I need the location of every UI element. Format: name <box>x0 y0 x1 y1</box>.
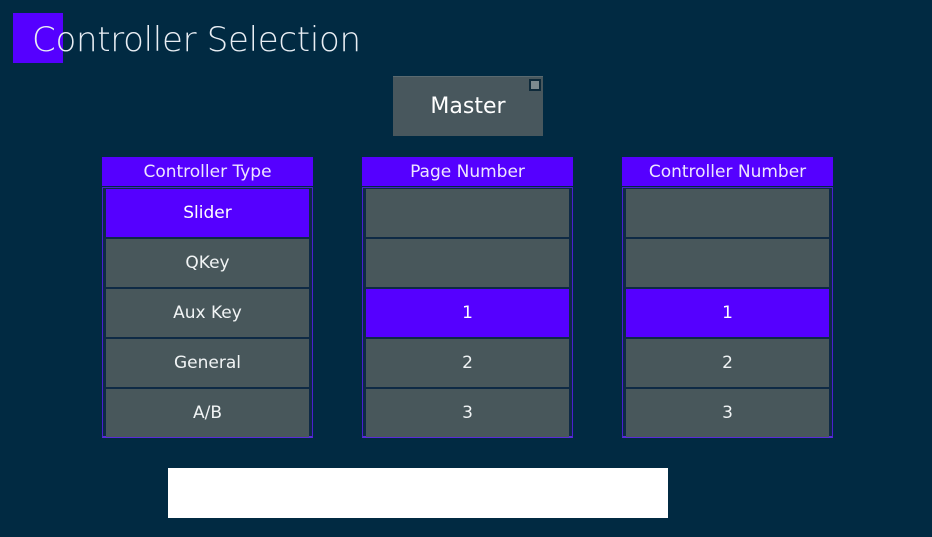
page-number-header: Page Number <box>362 157 573 186</box>
master-indicator-icon <box>529 79 541 91</box>
controller-type-item[interactable]: QKey <box>106 239 309 287</box>
controller-number-item[interactable]: 1 <box>626 289 829 337</box>
controller-number-item[interactable] <box>626 189 829 237</box>
page-number-item[interactable]: 2 <box>366 339 569 387</box>
controller-number-item[interactable]: 2 <box>626 339 829 387</box>
page-number-item[interactable]: 1 <box>366 289 569 337</box>
page-number-column: Page Number 1 2 3 <box>362 157 573 438</box>
page-number-item[interactable] <box>366 189 569 237</box>
controller-type-item[interactable]: Slider <box>106 189 309 237</box>
page-number-item[interactable] <box>366 239 569 287</box>
page-number-list: 1 2 3 <box>362 187 573 438</box>
controller-number-list: 1 2 3 <box>622 187 833 438</box>
controller-type-list: Slider QKey Aux Key General A/B <box>102 187 313 438</box>
controller-number-item[interactable] <box>626 239 829 287</box>
controller-text-input[interactable] <box>168 468 668 518</box>
page-number-item[interactable]: 3 <box>366 389 569 437</box>
controller-type-item[interactable]: General <box>106 339 309 387</box>
controller-type-item[interactable]: A/B <box>106 389 309 437</box>
controller-type-header: Controller Type <box>102 157 313 186</box>
controller-number-item[interactable]: 3 <box>626 389 829 437</box>
controller-type-item[interactable]: Aux Key <box>106 289 309 337</box>
controller-number-header: Controller Number <box>622 157 833 186</box>
page-title: Controller Selection <box>32 20 361 60</box>
controller-type-column: Controller Type Slider QKey Aux Key Gene… <box>102 157 313 438</box>
master-button[interactable]: Master <box>393 76 543 136</box>
master-button-label: Master <box>430 94 506 119</box>
controller-number-column: Controller Number 1 2 3 <box>622 157 833 438</box>
